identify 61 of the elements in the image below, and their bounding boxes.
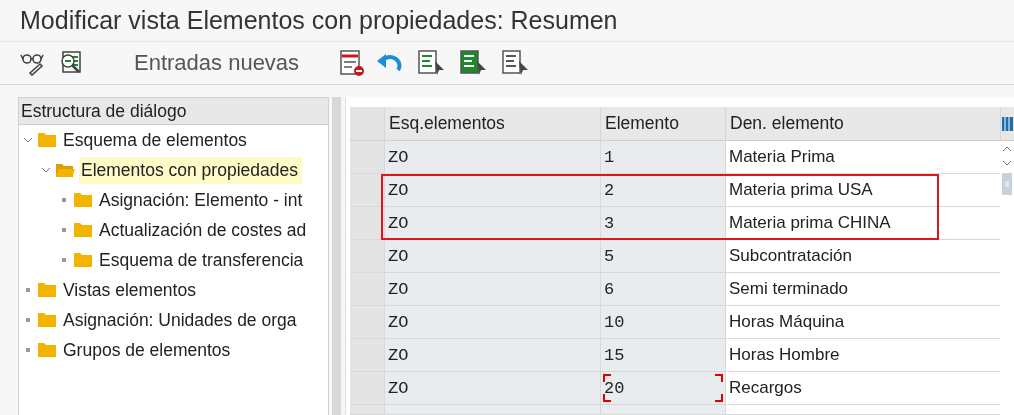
table-cell: Subcontratación <box>725 240 1000 273</box>
table-row[interactable]: ZO 5 Subcontratación <box>350 240 1000 273</box>
table-cell: ZO <box>384 240 600 273</box>
table-cell: ZO <box>384 273 600 306</box>
tree-item[interactable]: Elementos con propiedades <box>79 156 302 184</box>
table-row[interactable]: ZO 2 Materia prima USA <box>350 174 1000 207</box>
table-cell: 6 <box>600 273 725 306</box>
table-cell: 10 <box>600 306 725 339</box>
table-cell: 20 <box>600 372 725 405</box>
table-row[interactable]: ZO 3 Materia prima CHINA <box>350 207 1000 240</box>
table-cell: Horas Hombre <box>725 339 1000 372</box>
table-cell: 15 <box>600 339 725 372</box>
tree-item[interactable]: Esquema de transferencia <box>97 246 308 274</box>
table-cell: Semi terminado <box>725 273 1000 306</box>
table-cell: ZO <box>384 141 600 174</box>
scroll-down-icon[interactable] <box>1002 159 1012 167</box>
table-row[interactable]: ZO 20 Recargos <box>350 372 1000 405</box>
table-cell: Materia prima USA <box>725 174 1000 207</box>
panel-header: Estructura de diálogo <box>19 98 329 125</box>
tree-item[interactable]: Esquema de elementos <box>61 126 251 154</box>
table-cell: 3 <box>600 207 725 240</box>
new-entries-button[interactable]: Entradas nuevas <box>134 50 300 77</box>
scroll-up-icon[interactable] <box>1002 145 1012 153</box>
tree-item[interactable]: Grupos de elementos <box>61 336 235 364</box>
folder-icon <box>73 192 93 208</box>
row-selector[interactable] <box>350 207 384 240</box>
table-settings-icon[interactable] <box>1001 114 1013 133</box>
table-cell: 1 <box>600 141 725 174</box>
tree-item[interactable]: Actualización de costes ad <box>97 216 311 244</box>
table-cell: ZO <box>384 372 600 405</box>
chevron-down-icon[interactable] <box>23 136 33 144</box>
folder-icon <box>37 132 57 148</box>
tree-item[interactable]: Vistas elementos <box>61 276 200 304</box>
table-row[interactable]: ZO 15 Horas Hombre <box>350 339 1000 372</box>
folder-icon <box>37 312 57 328</box>
folder-icon <box>37 342 57 358</box>
table-row[interactable]: ZO 1 Materia Prima <box>350 141 1000 174</box>
table-cell: ZO <box>384 306 600 339</box>
row-selector[interactable] <box>350 174 384 207</box>
column-header[interactable]: Esq.elementos <box>384 107 600 140</box>
chevron-down-icon[interactable] <box>41 166 51 174</box>
folder-icon <box>73 222 93 238</box>
table-row[interactable]: ZO 6 Semi terminado <box>350 273 1000 306</box>
table-cell: Horas Máquina <box>725 306 1000 339</box>
table-cell: Recargos <box>725 372 1000 405</box>
folder-icon <box>37 282 57 298</box>
table-cell: Materia prima CHINA <box>725 207 1000 240</box>
open-folder-icon <box>55 162 75 178</box>
column-header[interactable]: Den. elemento <box>725 107 1000 140</box>
delete-row-icon[interactable] <box>339 49 366 78</box>
table-cell: 5 <box>600 240 725 273</box>
table-cell: ZO <box>384 207 600 240</box>
table-cell: ZO <box>384 339 600 372</box>
tree-item[interactable]: Asignación: Elemento - int <box>97 186 307 214</box>
scroll-thumb-icon[interactable] <box>1002 173 1012 195</box>
tree-item[interactable]: Asignación: Unidades de orga <box>61 306 301 334</box>
table-cell: 2 <box>600 174 725 207</box>
column-header[interactable]: Elemento <box>600 107 725 140</box>
table-cell: Materia Prima <box>725 141 1000 174</box>
table-row[interactable]: ZO 10 Horas Máquina <box>350 306 1000 339</box>
folder-icon <box>73 252 93 268</box>
